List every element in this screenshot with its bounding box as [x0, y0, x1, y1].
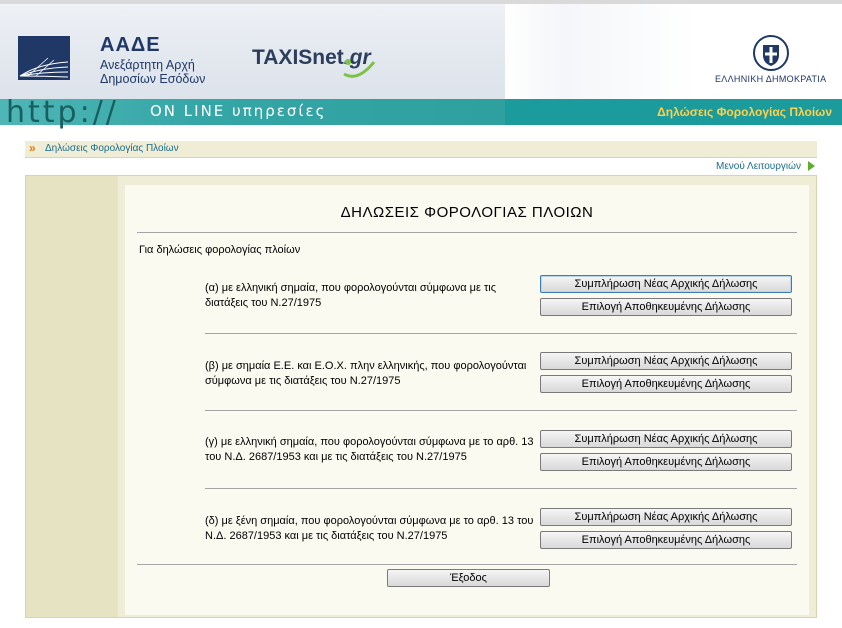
left-column — [26, 176, 118, 617]
category-divider — [205, 488, 797, 489]
exit-button[interactable]: Έξοδος — [387, 569, 550, 587]
category-a-text: (α) με ελληνική σημαία, που φορολογούντα… — [205, 282, 497, 309]
page-title: ΔΗΛΩΣΕΙΣ ΦΟΡΟΛΟΓΙΑΣ ΠΛΟΙΩΝ — [340, 204, 594, 221]
taxisnet-swoosh-icon — [343, 59, 376, 78]
category-c-new-declaration-button[interactable]: Συμπλήρωση Νέας Αρχικής Δήλωσης — [540, 430, 792, 448]
portal-name: TAXISnet — [252, 46, 344, 69]
bottom-divider — [137, 564, 797, 565]
http-text: http:// — [6, 95, 119, 130]
menu-arrow-icon[interactable] — [808, 161, 815, 171]
category-a-new-declaration-button[interactable]: Συμπλήρωση Νέας Αρχικής Δήλωσης — [540, 275, 792, 293]
greek-emblem-icon — [753, 35, 789, 71]
category-d-text: (δ) με ξένη σημαία, που φορολογούνται σύ… — [205, 515, 534, 542]
banner-section-title: Δηλώσεις Φορολογίας Πλοίων — [657, 105, 832, 119]
site-header: ΑΑΔΕ Ανεξάρτητη Αρχή Δημοσίων Εσόδων TAX… — [0, 4, 842, 99]
breadcrumb-arrow-icon: » — [29, 141, 36, 155]
category-b-new-declaration-button[interactable]: Συμπλήρωση Νέας Αρχικής Δήλωσης — [540, 352, 792, 370]
org-acronym: ΑΑΔΕ — [100, 34, 161, 56]
banner-bar: http:// ON LINE υπηρεσίες Δηλώσεις Φορολ… — [0, 95, 842, 130]
category-divider — [205, 410, 797, 411]
category-b-saved-declaration-button[interactable]: Επιλογή Αποθηκευμένης Δήλωσης — [540, 375, 792, 393]
breadcrumb-link[interactable]: Δηλώσεις Φορολογίας Πλοίων — [45, 143, 179, 154]
org-name: Ανεξάρτητη Αρχή Δημοσίων Εσόδων — [100, 58, 206, 86]
category-a-saved-declaration-button[interactable]: Επιλογή Αποθηκευμένης Δήλωσης — [540, 298, 792, 316]
gov-text: ΕΛΛΗΝΙΚΗ ΔΗΜΟΚΡΑΤΙΑ — [715, 74, 827, 84]
category-b-text: (β) με σημαία Ε.Ε. και Ε.Ο.Χ. πλην ελλην… — [205, 360, 527, 387]
category-c-text: (γ) με ελληνική σημαία, που φορολογούντα… — [205, 436, 534, 463]
aade-logo-icon — [18, 36, 70, 80]
category-c-saved-declaration-button[interactable]: Επιλογή Αποθηκευμένης Δήλωσης — [540, 453, 792, 471]
menu-link[interactable]: Μενού Λειτουργιών — [716, 161, 801, 172]
breadcrumb: » Δηλώσεις Φορολογίας Πλοίων — [25, 141, 817, 158]
title-divider — [137, 232, 797, 233]
category-d-saved-declaration-button[interactable]: Επιλογή Αποθηκευμένης Δήλωσης — [540, 531, 792, 549]
category-divider — [205, 333, 797, 334]
intro-text: Για δηλώσεις φορολογίας πλοίων — [139, 244, 301, 256]
online-services-text: ON LINE υπηρεσίες — [150, 102, 327, 120]
category-d-new-declaration-button[interactable]: Συμπλήρωση Νέας Αρχικής Δήλωσης — [540, 508, 792, 526]
